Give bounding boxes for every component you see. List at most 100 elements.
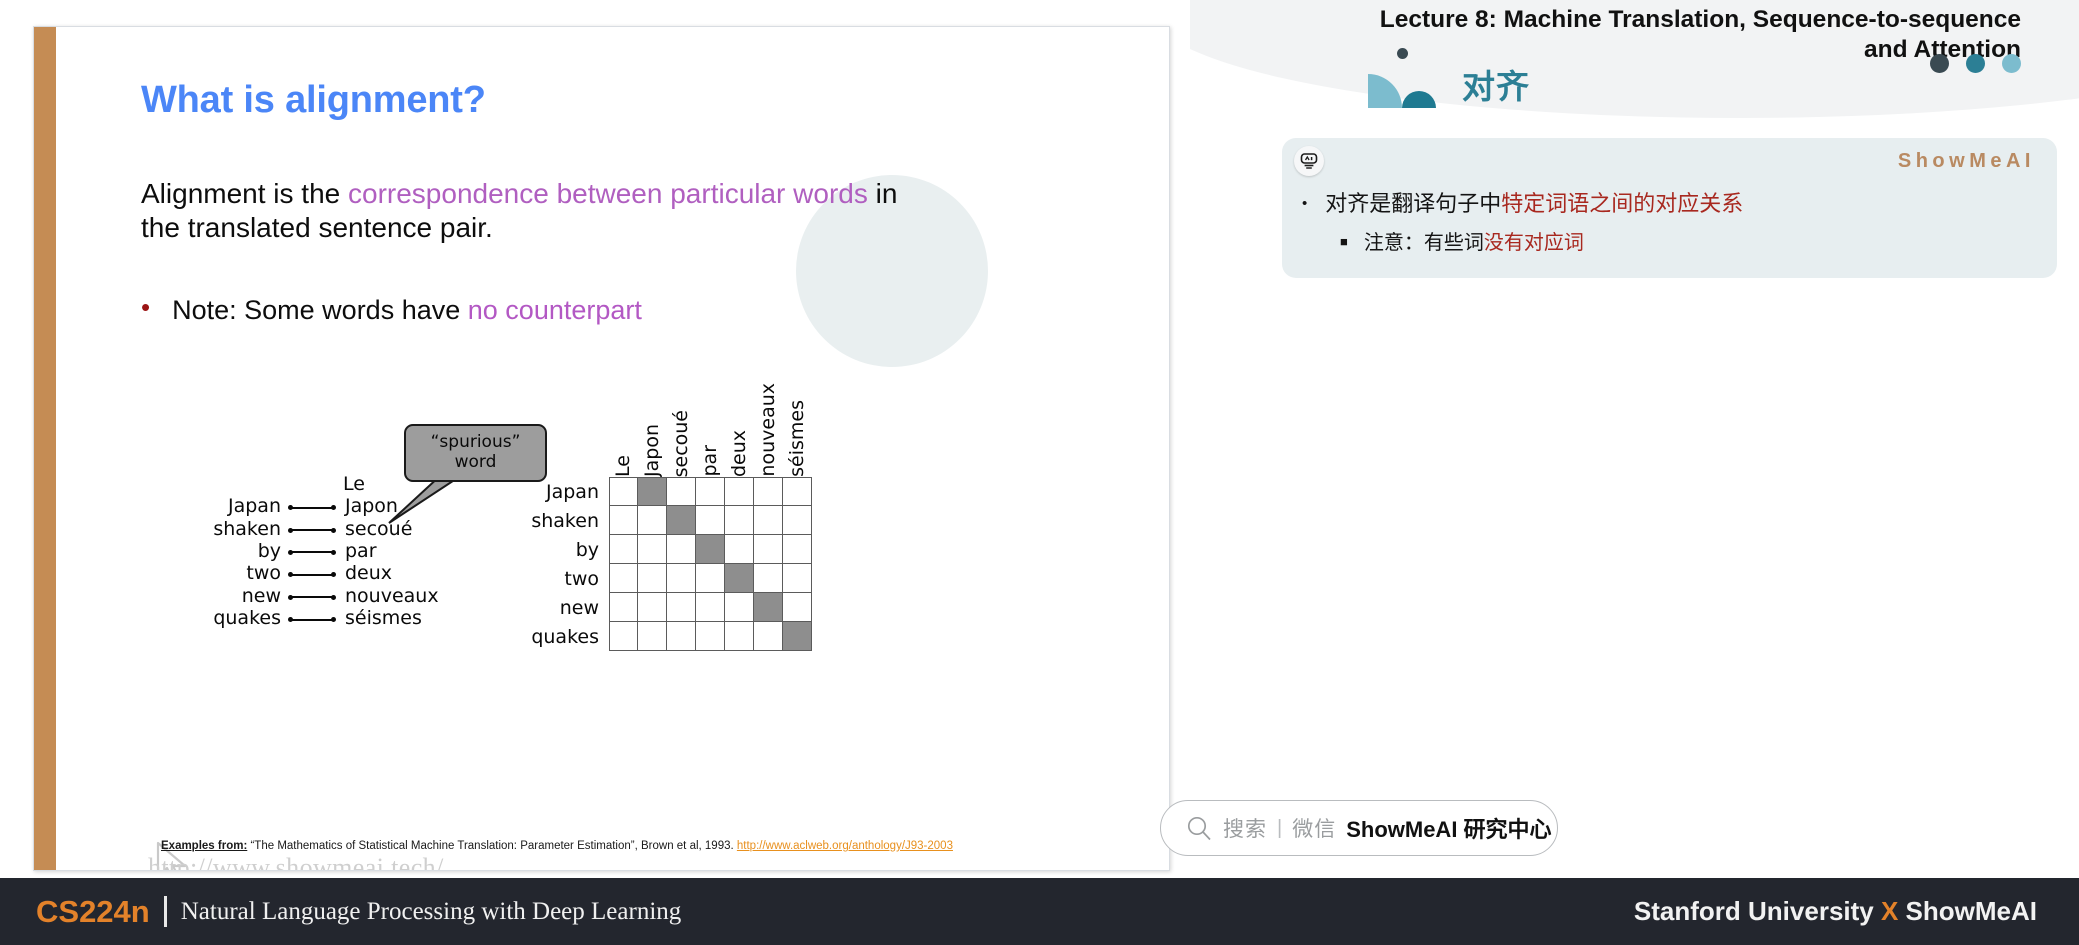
wechat-search-bar[interactable]: 搜索 | 微信 ShowMeAI 研究中心	[1160, 800, 1558, 856]
matrix-cell	[609, 622, 638, 651]
matrix-row: new	[501, 593, 812, 622]
bullet-text: Note: Some words have no counterpart	[172, 295, 642, 326]
pair-source: new	[241, 584, 281, 607]
matrix-cell	[725, 477, 754, 506]
pair-link-icon	[281, 518, 343, 540]
pair-source: by	[257, 539, 281, 562]
site-watermark: http://www.showmeai.tech/	[148, 853, 444, 870]
matrix-cell	[725, 535, 754, 564]
slide-accent-bar	[34, 27, 56, 870]
paragraph-highlight: correspondence between particular words	[348, 178, 868, 209]
matrix-cell	[609, 506, 638, 535]
pair-target: secoué	[345, 517, 413, 540]
matrix-row: Japan	[501, 477, 812, 506]
word-pair-row: shaken secoué	[141, 517, 511, 540]
matrix-row-label: two	[564, 567, 599, 590]
matrix-cell	[783, 564, 812, 593]
matrix-cell	[754, 564, 783, 593]
matrix-cell	[783, 622, 812, 651]
matrix-cell	[667, 535, 696, 564]
pair-link-icon	[281, 540, 343, 562]
pair-link-icon	[281, 585, 343, 607]
paragraph-pre: Alignment is the	[141, 178, 348, 209]
section-title: 对齐	[1462, 68, 1530, 105]
word-pair-row: by par	[141, 540, 511, 562]
word-pair-row: new nouveaux	[141, 585, 511, 607]
showmeai-brand-label: ShowMeAI	[1897, 150, 2035, 172]
matrix-cell	[725, 593, 754, 622]
bottom-bar: CS224n Natural Language Processing with …	[0, 878, 2079, 945]
matrix-row-label: quakes	[531, 625, 599, 648]
matrix-cell	[696, 477, 725, 506]
matrix-cell	[696, 593, 725, 622]
matrix-cell	[609, 564, 638, 593]
matrix-column-label: par	[699, 445, 721, 477]
matrix-cell	[725, 622, 754, 651]
pair-link-icon	[281, 495, 343, 517]
pair-target: Japon	[345, 495, 398, 518]
pair-target: séismes	[345, 607, 422, 630]
matrix-cell	[783, 535, 812, 564]
matrix-row-label: shaken	[531, 509, 599, 532]
matrix-cell	[754, 593, 783, 622]
matrix-cell	[638, 535, 667, 564]
matrix-column-label: nouveaux	[757, 383, 779, 477]
matrix-grid: Japan shaken by two new quakes	[501, 477, 812, 651]
alignment-figure: “spurious” word Le Japan Japon shaken se…	[141, 377, 1071, 657]
search-channel-label: 微信	[1292, 818, 1337, 841]
dot-light-icon	[2002, 54, 2021, 73]
course-name: Natural Language Processing with Deep Le…	[180, 897, 682, 925]
matrix-cell	[696, 506, 725, 535]
matrix-cell	[638, 506, 667, 535]
note-line-2-highlight: 没有对应词	[1483, 232, 1584, 254]
ai-badge-icon	[1294, 146, 1324, 176]
citation-link[interactable]: http://www.aclweb.org/anthology/J93-2003	[737, 840, 953, 852]
pair-target: deux	[345, 562, 393, 585]
matrix-cell	[696, 535, 725, 564]
note-line-2: ■ 注意：有些词没有对应词	[1340, 226, 1584, 255]
note-square-marker: ■	[1340, 234, 1348, 249]
matrix-row-cells	[609, 593, 812, 622]
slide-bullet: • Note: Some words have no counterpart	[141, 292, 642, 326]
note-bullet-marker: •	[1302, 195, 1308, 212]
course-code: CS224n	[36, 893, 150, 929]
matrix-row-cells	[609, 477, 812, 506]
search-icon	[1187, 816, 1211, 841]
ai-robot-icon	[1300, 153, 1318, 169]
lecture-title-line-1: Lecture 8: Machine Translation, Sequence…	[1379, 6, 2021, 33]
pair-source: Japan	[228, 495, 281, 518]
matrix-cell	[754, 477, 783, 506]
pair-link-icon	[281, 607, 343, 629]
pair-source: two	[246, 562, 281, 585]
course-branding: CS224n Natural Language Processing with …	[36, 894, 681, 930]
matrix-cell	[725, 506, 754, 535]
note-line-1-text: 对齐是翻译句子中特定词语之间的对应关系	[1325, 186, 1743, 218]
header-dots-decor	[1930, 54, 2021, 73]
matrix-cell	[667, 477, 696, 506]
matrix-cell	[754, 535, 783, 564]
citation-text: “The Mathematics of Statistical Machine …	[247, 840, 737, 852]
matrix-cell	[638, 477, 667, 506]
note-line-1-pre: 对齐是翻译句子中	[1325, 191, 1502, 216]
search-account-name: ShowMeAI 研究中心	[1346, 817, 1552, 842]
matrix-column-label: séismes	[786, 400, 808, 477]
matrix-row-cells	[609, 622, 812, 651]
matrix-cell	[638, 564, 667, 593]
search-separator: |	[1277, 816, 1283, 839]
matrix-cell	[696, 564, 725, 593]
matrix-cell	[754, 622, 783, 651]
matrix-cell	[667, 506, 696, 535]
page-title: What is alignment?	[141, 79, 486, 121]
affiliation-x: X	[1880, 896, 1899, 926]
affiliation-label: Stanford University X ShowMeAI	[1634, 896, 2037, 927]
right-panel: Lecture 8: Machine Translation, Sequence…	[1190, 0, 2079, 878]
dot-teal-icon	[1966, 54, 1985, 73]
matrix-row-cells	[609, 535, 812, 564]
matrix-row: by	[501, 535, 812, 564]
matrix-cell	[783, 593, 812, 622]
bullet-marker: •	[141, 292, 151, 322]
note-line-1: • 对齐是翻译句子中特定词语之间的对应关系	[1302, 186, 1743, 218]
citation-label: Examples from:	[161, 840, 248, 852]
matrix-cell	[638, 593, 667, 622]
translation-note-box: ShowMeAI • 对齐是翻译句子中特定词语之间的对应关系 ■ 注意：有些词没…	[1282, 138, 2057, 278]
